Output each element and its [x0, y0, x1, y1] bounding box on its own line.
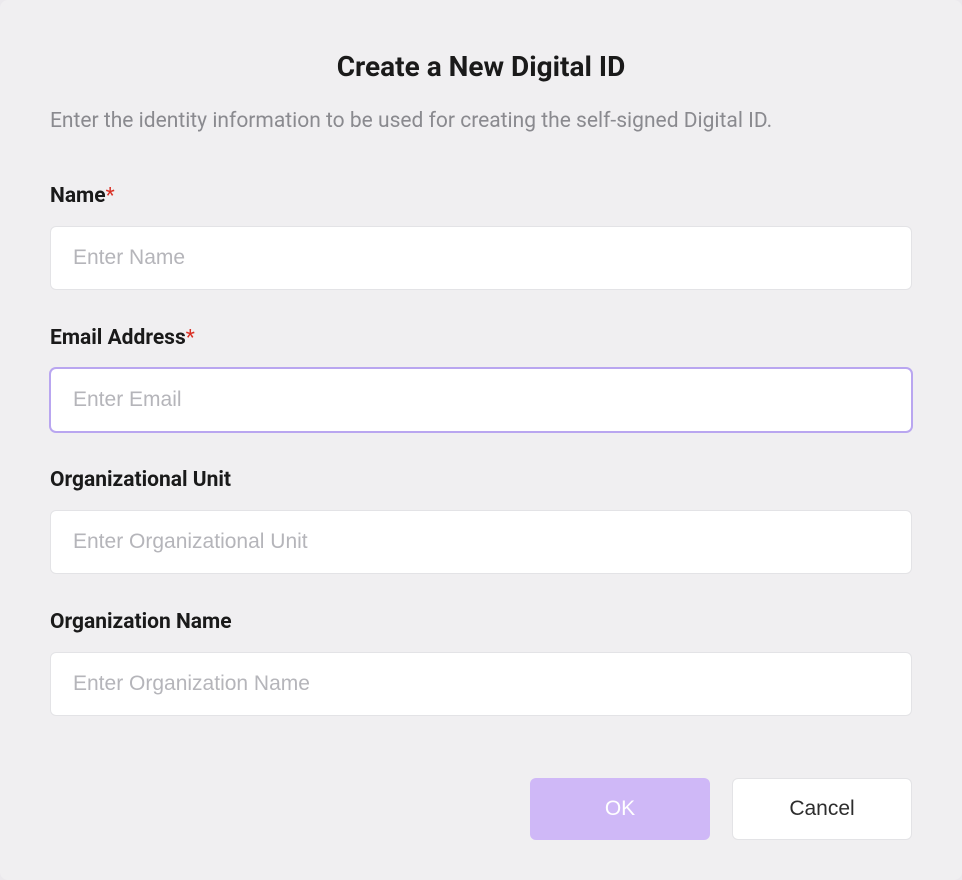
ok-button[interactable]: OK: [530, 778, 710, 840]
form-group-org-name: Organization Name: [50, 610, 912, 716]
dialog-title: Create a New Digital ID: [50, 50, 912, 83]
name-label-text: Name: [50, 184, 106, 208]
required-mark: *: [106, 184, 115, 208]
button-row: OK Cancel: [50, 758, 912, 840]
form-group-org-unit: Organizational Unit: [50, 468, 912, 574]
email-label: Email Address*: [50, 326, 912, 350]
email-label-text: Email Address: [50, 326, 186, 350]
create-digital-id-dialog: Create a New Digital ID Enter the identi…: [0, 0, 962, 880]
org-name-input[interactable]: [50, 652, 912, 716]
email-input[interactable]: [50, 368, 912, 432]
org-unit-input[interactable]: [50, 510, 912, 574]
org-unit-label: Organizational Unit: [50, 468, 912, 492]
cancel-button[interactable]: Cancel: [732, 778, 912, 840]
form-group-email: Email Address*: [50, 326, 912, 432]
name-label: Name*: [50, 184, 912, 208]
name-input[interactable]: [50, 226, 912, 290]
org-name-label: Organization Name: [50, 610, 912, 634]
form-group-name: Name*: [50, 184, 912, 290]
required-mark: *: [186, 326, 195, 350]
dialog-subtitle: Enter the identity information to be use…: [50, 107, 912, 136]
